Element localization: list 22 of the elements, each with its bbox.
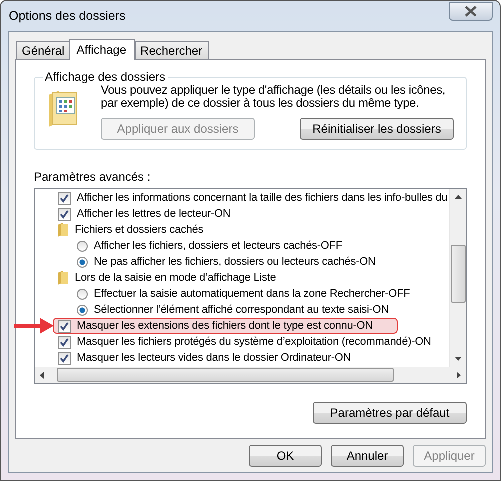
window-title: Options des dossiers: [9, 9, 126, 23]
tab[interactable]: Général: [16, 41, 71, 59]
restore-defaults-button[interactable]: Paramètres par défaut: [313, 402, 467, 424]
description-text: Vous pouvez appliquer le type d'affichage (les détails ou les icônes, par exemple) de ce dossier à tous les dossiers du même type.: [101, 84, 447, 110]
group-title: Affichage des dossiers: [44, 70, 167, 84]
setting-label: Sélectionner l’élément affiché correspondant au texte saisi-ON: [94, 303, 389, 318]
setting-label: Masquer les lecteurs vides dans le dossier Ordinateur-ON: [77, 351, 352, 366]
setting-label: Afficher les lettres de lecteur-ON: [77, 207, 231, 222]
tab[interactable]: Affichage: [68, 39, 135, 60]
setting-label: Ne pas afficher les fichiers, dossiers ou lecteurs cachés-ON: [94, 255, 376, 270]
dialog-button[interactable]: OK: [249, 445, 322, 467]
setting-label: Afficher les informations concernant la taille des fichiers dans les info-bulles du: [77, 191, 448, 206]
setting-label: Masquer les fichiers protégés du système d’exploitation (recommandé)-ON: [77, 335, 432, 350]
setting-label: Masquer les extensions des fichiers dont le type est connu-ON: [77, 319, 373, 334]
dialog-button[interactable]: Annuler: [331, 445, 404, 467]
folder-view-button[interactable]: Réinitialiser les dossiers: [300, 118, 454, 140]
setting-label: Afficher les fichiers, dossiers et lecteurs cachés-OFF: [94, 239, 342, 254]
group-label: Lors de la saisie en mode d’affichage Liste: [75, 271, 276, 286]
section-label: Paramètres avancés :: [34, 170, 152, 186]
setting-label: Effectuer la saisie automatiquement dans la zone Rechercher-OFF: [94, 287, 410, 302]
tab[interactable]: Rechercher: [134, 41, 209, 59]
group-label: Fichiers et dossiers cachés: [75, 223, 204, 238]
